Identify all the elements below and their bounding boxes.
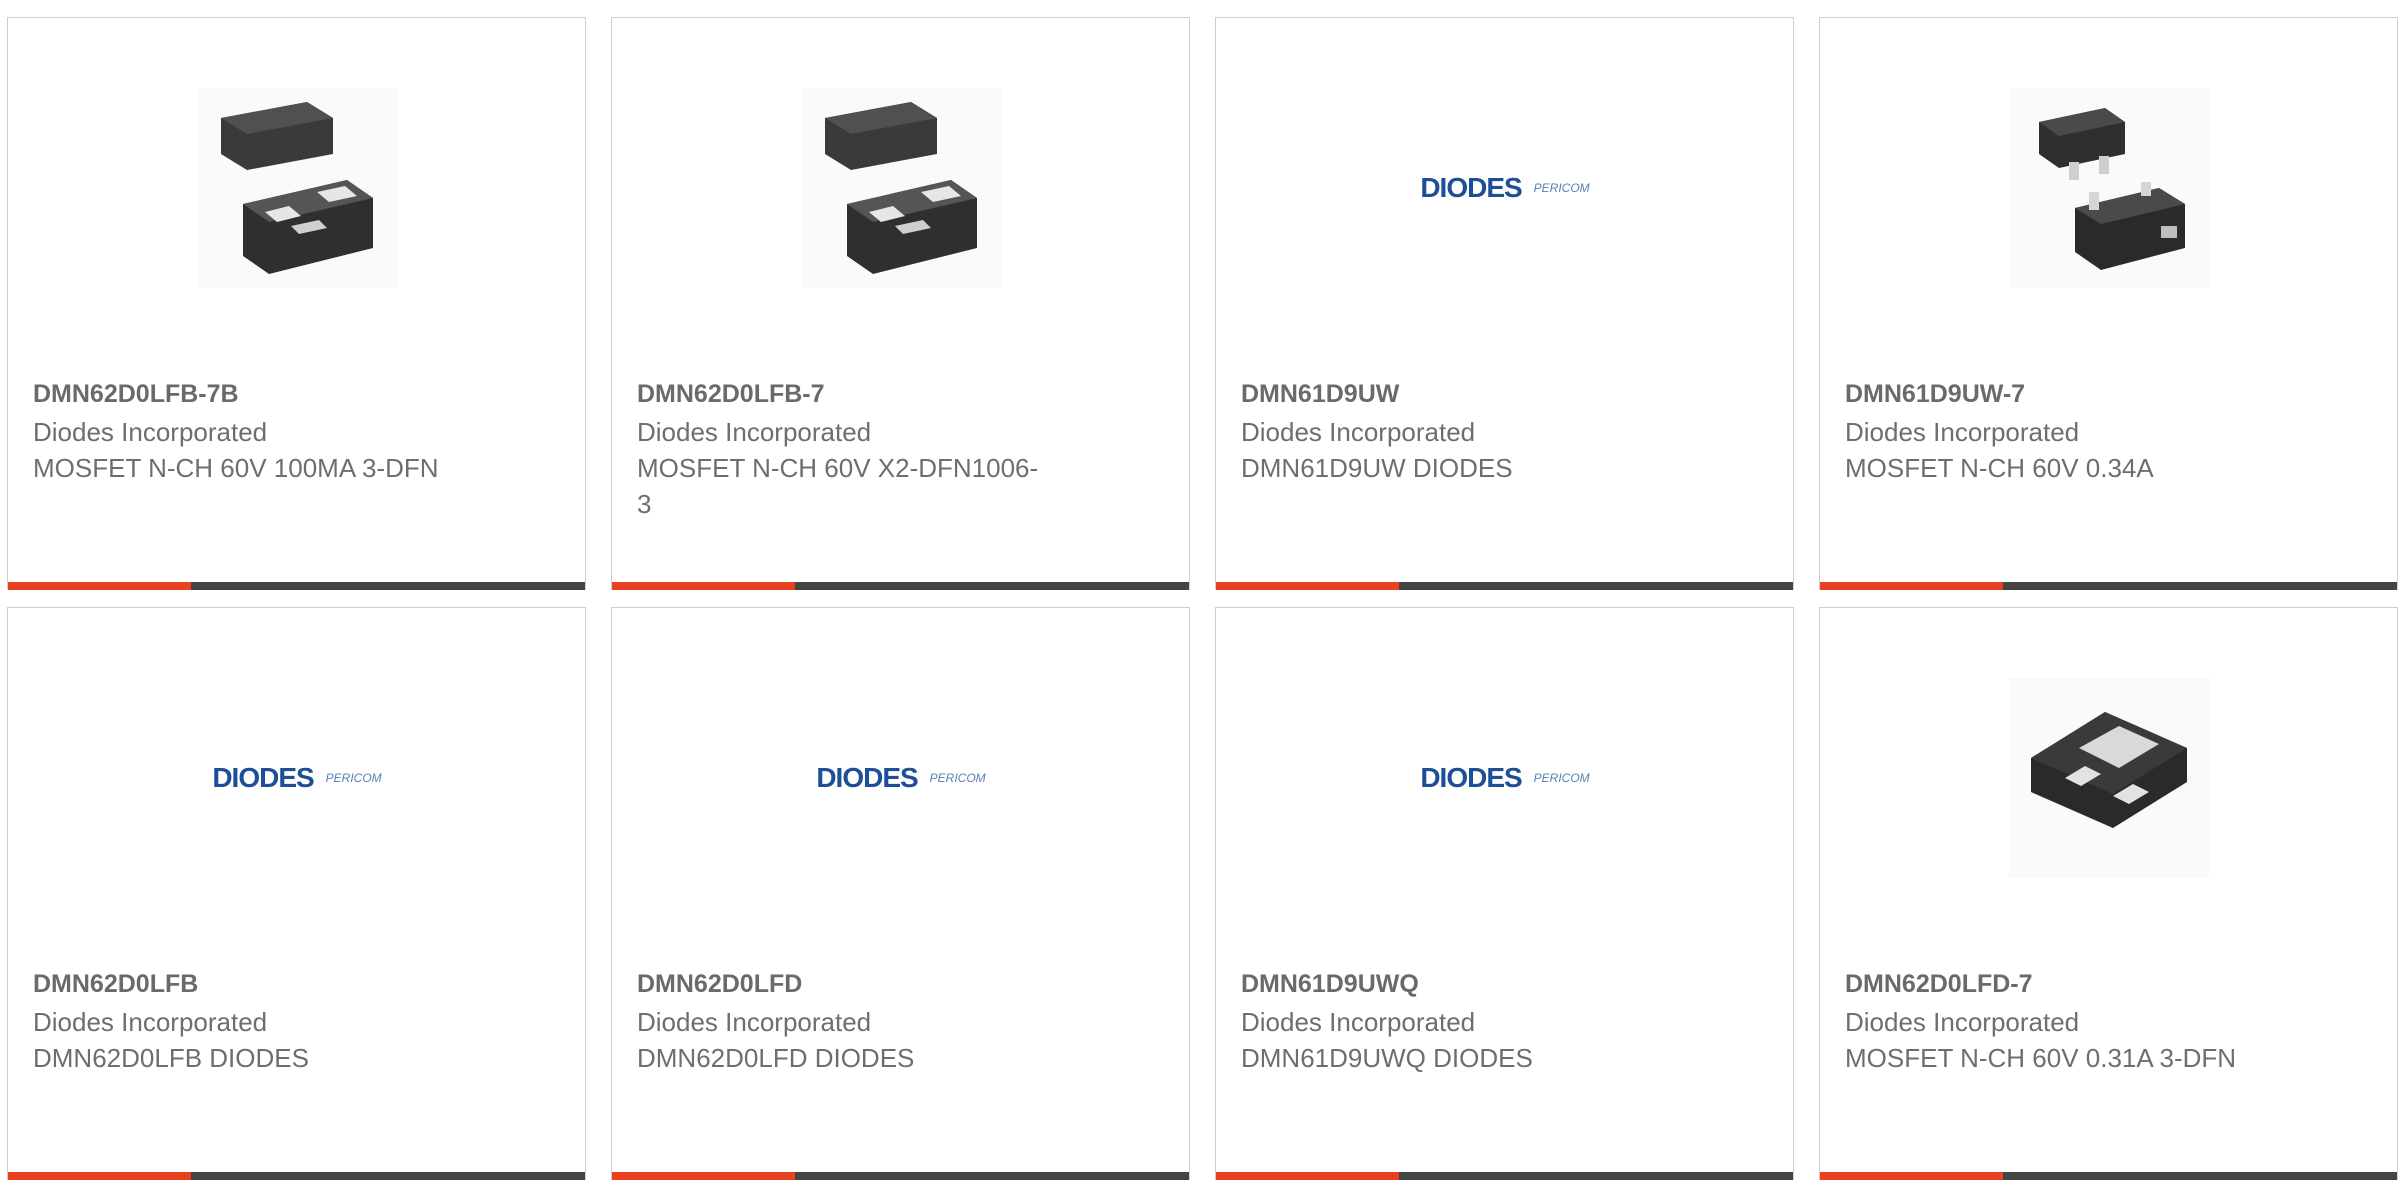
logo-sub: PERICOM [929,771,986,785]
product-card[interactable]: DIODES PERICOM DMN61D9UWQ Diodes Incorpo… [1215,607,1794,1180]
product-image[interactable]: DIODES PERICOM [197,678,397,878]
card-accent-bar [612,1172,795,1180]
logo-brand: DIODES [1420,172,1522,203]
card-accent-bar [1216,1172,1399,1180]
logo-brand: DIODES [1420,762,1522,793]
description: MOSFET N-CH 60V X2-DFN1006-3 [637,453,1039,519]
product-image[interactable] [801,88,1001,288]
product-card[interactable]: DMN62D0LFB-7 Diodes Incorporated MOSFET … [611,17,1190,590]
card-bottom-bar [8,1172,585,1180]
manufacturer: Diodes Incorporated [1241,417,1476,447]
product-info: DMN61D9UW-7 Diodes Incorporated MOSFET N… [1845,374,2265,486]
description: MOSFET N-CH 60V 0.31A 3-DFN [1845,1043,2237,1073]
product-image[interactable]: DIODES PERICOM [1405,678,1605,878]
product-info: DMN62D0LFD-7 Diodes Incorporated MOSFET … [1845,964,2265,1076]
part-number[interactable]: DMN62D0LFD-7 [1845,964,2265,1004]
product-card[interactable]: DMN62D0LFB-7B Diodes Incorporated MOSFET… [7,17,586,590]
description: DMN61D9UW DIODES [1241,453,1513,483]
card-bottom-bar [1216,1172,1793,1180]
manufacturer: Diodes Incorporated [637,1007,872,1037]
dfn-package-icon [197,88,397,288]
part-number[interactable]: DMN62D0LFB-7B [33,374,453,414]
part-number[interactable]: DMN62D0LFB [33,964,453,1004]
card-bottom-bar [8,582,585,590]
logo-sub: PERICOM [1533,181,1590,195]
part-number[interactable]: DMN61D9UW-7 [1845,374,2265,414]
part-number[interactable]: DMN61D9UW [1241,374,1661,414]
card-accent-bar [1216,582,1399,590]
dfn-package-icon [801,88,1001,288]
description: DMN62D0LFD DIODES [637,1043,915,1073]
card-bottom-bar [1216,582,1793,590]
product-info: DMN62D0LFB-7 Diodes Incorporated MOSFET … [637,374,1057,522]
diodes-pericom-logo: DIODES PERICOM [816,762,985,794]
product-card[interactable]: DIODES PERICOM DMN61D9UW Diodes Incorpor… [1215,17,1794,590]
diodes-pericom-logo: DIODES PERICOM [1420,172,1589,204]
product-image[interactable]: DIODES PERICOM [801,678,1001,878]
card-accent-bar [8,582,191,590]
diodes-pericom-logo: DIODES PERICOM [1420,762,1589,794]
manufacturer: Diodes Incorporated [33,1007,268,1037]
product-grid: DMN62D0LFB-7B Diodes Incorporated MOSFET… [0,0,2400,1180]
manufacturer: Diodes Incorporated [1845,1007,2080,1037]
manufacturer: Diodes Incorporated [1845,417,2080,447]
manufacturer: Diodes Incorporated [33,417,268,447]
product-info: DMN61D9UWQ Diodes Incorporated DMN61D9UW… [1241,964,1661,1076]
part-number[interactable]: DMN62D0LFB-7 [637,374,1057,414]
description: MOSFET N-CH 60V 0.34A [1845,453,2154,483]
card-accent-bar [1820,582,2003,590]
product-card[interactable]: DIODES PERICOM DMN62D0LFD Diodes Incorpo… [611,607,1190,1180]
manufacturer: Diodes Incorporated [637,417,872,447]
part-number[interactable]: DMN62D0LFD [637,964,1057,1004]
description: MOSFET N-CH 60V 100MA 3-DFN [33,453,439,483]
logo-brand: DIODES [816,762,918,793]
manufacturer: Diodes Incorporated [1241,1007,1476,1037]
card-bottom-bar [612,582,1189,590]
product-info: DMN61D9UW Diodes Incorporated DMN61D9UW … [1241,374,1661,486]
product-info: DMN62D0LFB-7B Diodes Incorporated MOSFET… [33,374,453,486]
dfn3-package-icon [2009,678,2209,878]
card-bottom-bar [1820,1172,2397,1180]
logo-brand: DIODES [212,762,314,793]
card-accent-bar [8,1172,191,1180]
product-image[interactable] [2009,88,2209,288]
product-info: DMN62D0LFD Diodes Incorporated DMN62D0LF… [637,964,1057,1076]
diodes-pericom-logo: DIODES PERICOM [212,762,381,794]
product-card[interactable]: DIODES PERICOM DMN62D0LFB Diodes Incorpo… [7,607,586,1180]
product-info: DMN62D0LFB Diodes Incorporated DMN62D0LF… [33,964,453,1076]
sot323-package-icon [2009,88,2209,288]
description: DMN62D0LFB DIODES [33,1043,309,1073]
logo-sub: PERICOM [325,771,382,785]
product-image[interactable] [2009,678,2209,878]
product-image[interactable] [197,88,397,288]
logo-sub: PERICOM [1533,771,1590,785]
part-number[interactable]: DMN61D9UWQ [1241,964,1661,1004]
product-card[interactable]: DMN61D9UW-7 Diodes Incorporated MOSFET N… [1819,17,2398,590]
card-bottom-bar [1820,582,2397,590]
description: DMN61D9UWQ DIODES [1241,1043,1533,1073]
product-image[interactable]: DIODES PERICOM [1405,88,1605,288]
product-card[interactable]: DMN62D0LFD-7 Diodes Incorporated MOSFET … [1819,607,2398,1180]
card-accent-bar [1820,1172,2003,1180]
card-bottom-bar [612,1172,1189,1180]
card-accent-bar [612,582,795,590]
